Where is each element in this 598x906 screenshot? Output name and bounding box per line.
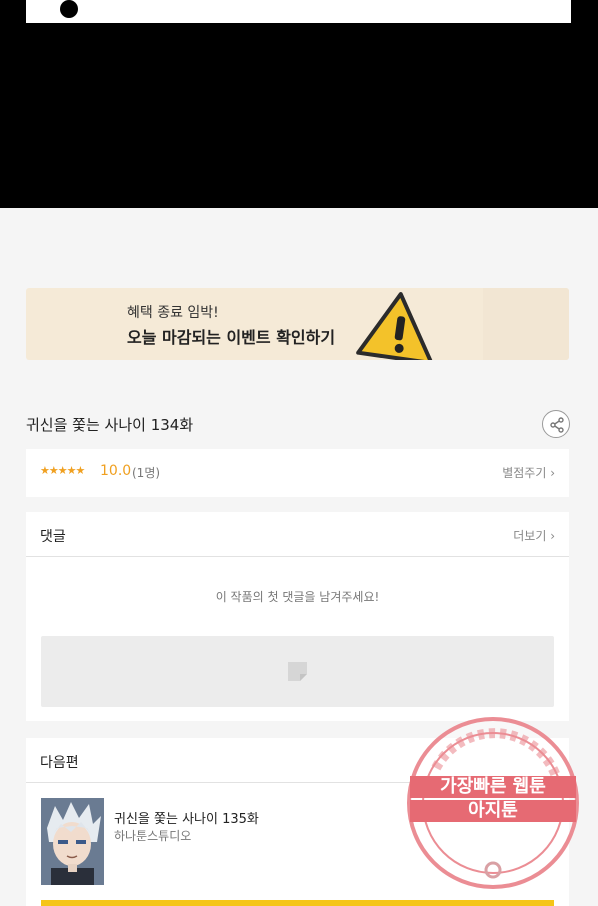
- next-episode-thumbnail[interactable]: [41, 798, 104, 885]
- comment-header: 댓글 더보기 ›: [26, 512, 569, 557]
- stamp-line-1: 가장빠른 웹툰: [410, 776, 576, 798]
- rating-stars: ★★★★★: [40, 464, 85, 477]
- corner-dot-right: [571, 0, 589, 18]
- stamp-line-2: 아지툰: [410, 800, 576, 822]
- image-bottom-edge: [26, 0, 589, 23]
- next-episode-title[interactable]: 귀신을 쫓는 사나이 135화: [114, 808, 259, 827]
- rate-button[interactable]: 별점주기 ›: [502, 464, 555, 481]
- watermark-stamp: 가장빠른 웹툰 아지툰: [406, 716, 580, 890]
- episode-title: 귀신을 쫓는 사나이 134화: [26, 416, 194, 434]
- next-episode-button[interactable]: [41, 900, 554, 906]
- comment-write-icon: [288, 662, 307, 681]
- share-icon: [550, 417, 564, 433]
- warning-icon: [356, 292, 434, 360]
- comment-input[interactable]: [41, 636, 554, 707]
- next-episode-studio: 하나툰스튜디오: [114, 829, 192, 843]
- character-thumbnail-image: [41, 798, 104, 885]
- viewer-image-area: [0, 0, 598, 208]
- event-banner[interactable]: 혜택 종료 임박! 오늘 마감되는 이벤트 확인하기: [26, 288, 569, 360]
- banner-title: 오늘 마감되는 이벤트 확인하기: [127, 328, 336, 347]
- next-episode-heading: 다음편: [40, 755, 79, 771]
- banner-subtitle: 혜택 종료 임박!: [127, 305, 219, 321]
- share-button[interactable]: [542, 410, 570, 438]
- rating-card: ★★★★★ 10.0 (1명) 별점주기 ›: [26, 449, 569, 497]
- comment-empty-message: 이 작품의 첫 댓글을 남겨주세요!: [215, 590, 380, 604]
- comment-heading: 댓글: [40, 529, 66, 545]
- banner-edge: [483, 288, 569, 360]
- comment-more-link[interactable]: 더보기 ›: [513, 527, 555, 544]
- rating-count: (1명): [132, 466, 161, 480]
- rating-score: 10.0: [100, 463, 132, 479]
- corner-dot-left: [60, 0, 78, 18]
- comment-section: 댓글 더보기 › 이 작품의 첫 댓글을 남겨주세요!: [26, 512, 569, 721]
